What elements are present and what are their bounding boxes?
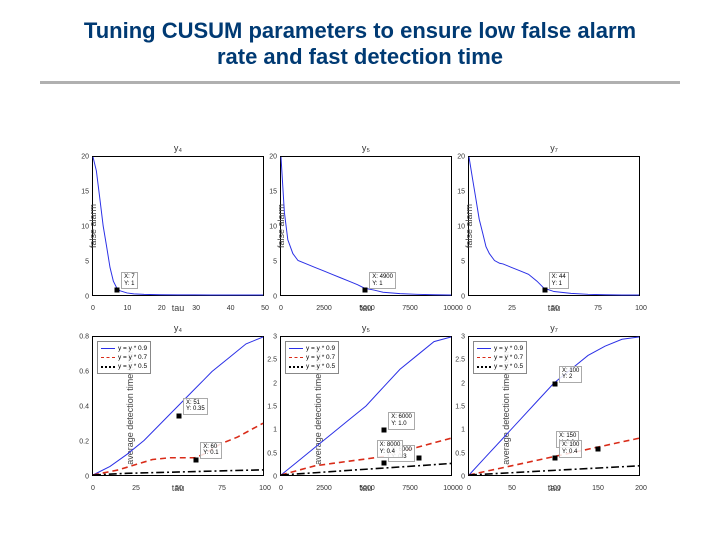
chart-cell: y₅average detection time (hour)tau025005…: [268, 320, 452, 496]
data-marker: [382, 428, 387, 433]
panel-title: y₇: [550, 143, 558, 153]
legend: y = y * 0.9y = y * 0.7y = y * 0.5: [97, 341, 151, 374]
chart-cell: y₅false alarmtau025005000750010000051015…: [268, 140, 452, 316]
legend-label: y = y * 0.5: [118, 362, 147, 371]
plot-area: y₄false alarmtau0102030405005101520X: 7 …: [92, 156, 264, 296]
panel-title: y₅: [362, 323, 370, 333]
chart-cell: y₇average detection time (hour)tau050100…: [456, 320, 640, 496]
slide-title: Tuning CUSUM parameters to ensure low fa…: [0, 0, 720, 81]
data-marker: [363, 288, 368, 293]
chart-cell: y₄false alarmtau0102030405005101520X: 7 …: [80, 140, 264, 316]
legend-label: y = y * 0.7: [118, 353, 147, 362]
data-marker: [596, 447, 601, 452]
plot-area: y₇average detection time (hour)tau050100…: [468, 336, 640, 476]
divider: [40, 81, 680, 84]
data-marker: [194, 457, 199, 462]
x-axis-label: tau: [172, 303, 185, 313]
plot-area: y₅false alarmtau025005000750010000051015…: [280, 156, 452, 296]
legend-label: y = y * 0.9: [306, 344, 335, 353]
data-marker: [115, 288, 120, 293]
legend-label: y = y * 0.5: [494, 362, 523, 371]
slide: Tuning CUSUM parameters to ensure low fa…: [0, 0, 720, 540]
data-marker: [553, 381, 558, 386]
legend: y = y * 0.9y = y * 0.7y = y * 0.5: [473, 341, 527, 374]
plot-area: y₄average detection time (hour)tau025507…: [92, 336, 264, 476]
data-marker: [382, 461, 387, 466]
plot-svg: [93, 157, 263, 295]
data-marker: [177, 413, 182, 418]
data-marker: [553, 456, 558, 461]
legend-label: y = y * 0.9: [118, 344, 147, 353]
plot-area: y₅average detection time (hour)tau025005…: [280, 336, 452, 476]
plot-svg: [281, 157, 451, 295]
plot-area: y₇false alarmtau025507510005101520X: 44 …: [468, 156, 640, 296]
legend-label: y = y * 0.7: [306, 353, 335, 362]
panel-title: y₅: [362, 143, 370, 153]
panel-title: y₄: [174, 323, 182, 333]
chart-cell: y₄average detection time (hour)tau025507…: [80, 320, 264, 496]
data-marker: [542, 288, 547, 293]
legend-label: y = y * 0.7: [494, 353, 523, 362]
data-marker: [416, 456, 421, 461]
legend-label: y = y * 0.9: [494, 344, 523, 353]
panel-title: y₇: [550, 323, 558, 333]
panel-title: y₄: [174, 143, 182, 153]
plot-svg: [469, 157, 639, 295]
legend-label: y = y * 0.5: [306, 362, 335, 371]
legend: y = y * 0.9y = y * 0.7y = y * 0.5: [285, 341, 339, 374]
chart-grid: y₄false alarmtau0102030405005101520X: 7 …: [80, 140, 640, 500]
chart-cell: y₇false alarmtau025507510005101520X: 44 …: [456, 140, 640, 316]
